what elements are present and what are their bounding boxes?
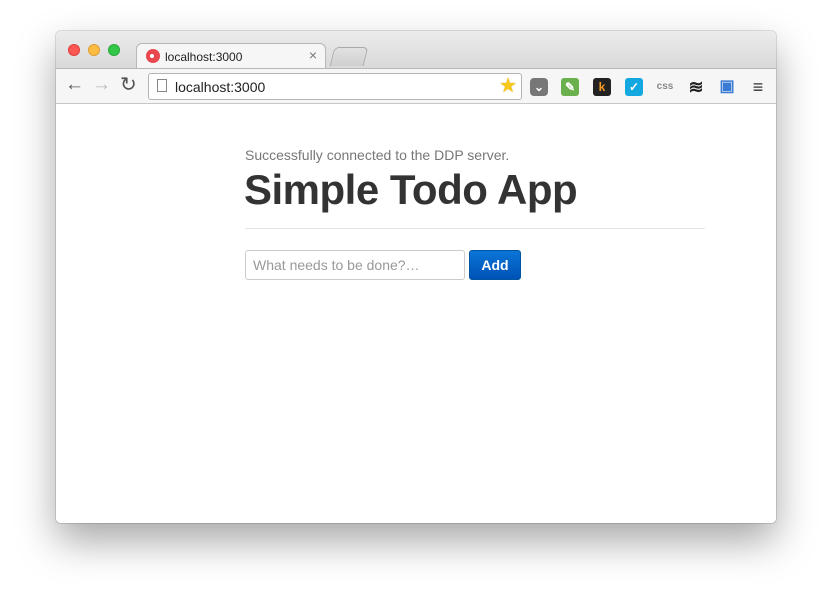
layers-icon[interactable]: ≋: [687, 78, 705, 96]
checkmark-extension-icon[interactable]: ✓: [625, 78, 643, 96]
css-extension-icon[interactable]: css: [652, 78, 678, 96]
favicon-icon: [146, 49, 160, 63]
page-content: Successfully connected to the DDP server…: [56, 104, 776, 523]
close-window-button[interactable]: [68, 44, 80, 56]
tab-close-icon[interactable]: ×: [309, 47, 317, 63]
new-tab-button[interactable]: [329, 47, 369, 66]
address-url[interactable]: localhost:3000: [175, 79, 265, 95]
forward-arrow-icon[interactable]: →: [92, 75, 111, 95]
back-arrow-icon[interactable]: ←: [65, 75, 84, 95]
evernote-icon[interactable]: ✎: [561, 78, 579, 96]
tab-title: localhost:3000: [165, 50, 243, 64]
screenshot-icon[interactable]: ▣: [718, 78, 736, 96]
add-button[interactable]: Add: [469, 250, 521, 280]
pocket-icon[interactable]: ⌄: [530, 78, 548, 96]
divider: [245, 228, 705, 229]
k-extension-icon[interactable]: k: [593, 78, 611, 96]
bookmark-star-icon[interactable]: ★: [499, 75, 517, 97]
page-title: Simple Todo App: [244, 166, 578, 213]
page-icon: [157, 79, 167, 92]
connection-status: Successfully connected to the DDP server…: [245, 147, 510, 163]
hamburger-menu-icon[interactable]: ≡: [749, 78, 767, 96]
address-bar[interactable]: localhost:3000 ★: [148, 73, 522, 100]
title-bar: localhost:3000 ×: [56, 31, 776, 69]
browser-toolbar: ← → ↻ localhost:3000 ★ ⌄ ✎ k ✓ css ≋ ▣ ≡: [56, 68, 776, 104]
reload-icon[interactable]: ↻: [120, 75, 137, 95]
browser-tab[interactable]: localhost:3000 ×: [136, 43, 326, 69]
browser-window: localhost:3000 × ← → ↻ localhost:3000 ★ …: [56, 31, 776, 523]
todo-input[interactable]: [245, 250, 465, 280]
zoom-window-button[interactable]: [108, 44, 120, 56]
minimize-window-button[interactable]: [88, 44, 100, 56]
